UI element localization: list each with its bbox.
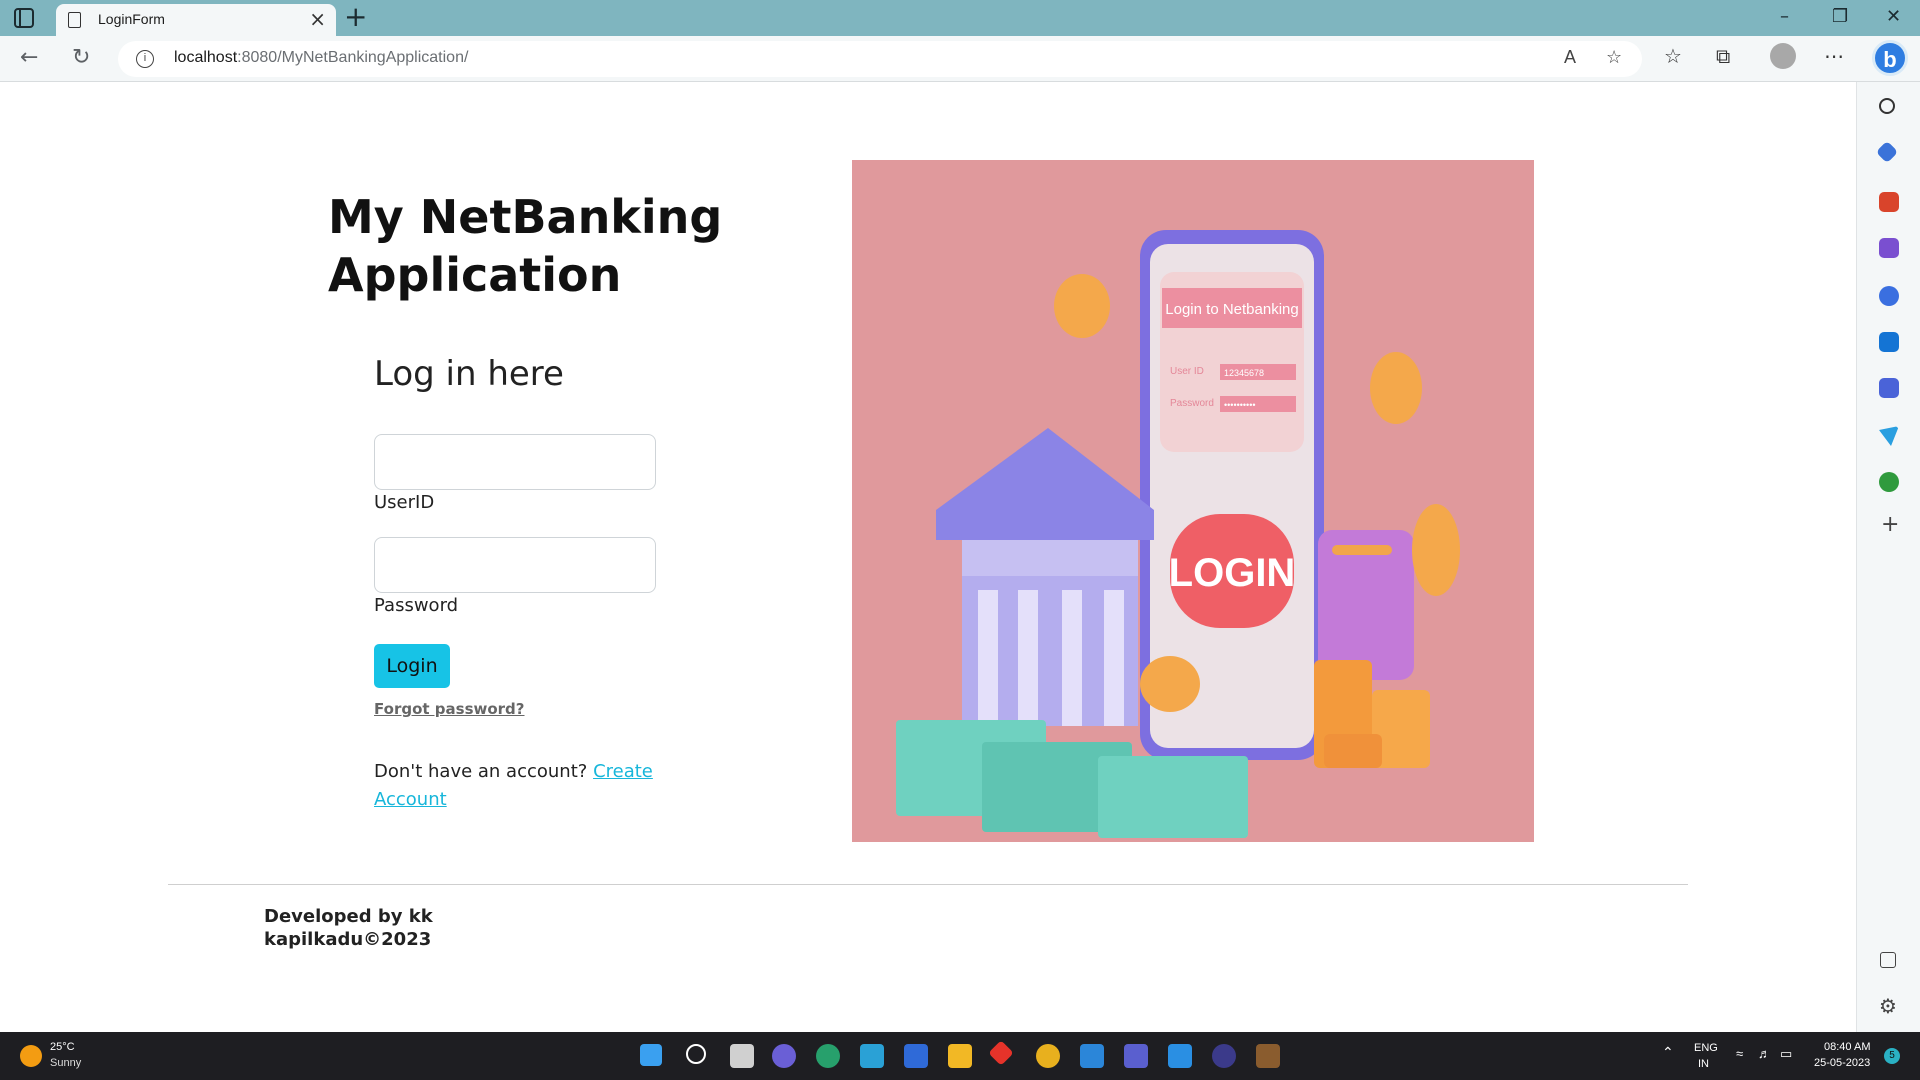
shopping-tag-icon[interactable]: [1875, 140, 1899, 164]
login-pill-text: LOGIN: [1169, 551, 1296, 595]
task-view-icon[interactable]: [730, 1044, 754, 1068]
read-aloud-icon[interactable]: A: [1564, 47, 1576, 68]
banking-illustration: Login to Netbanking User ID 12345678 Pas…: [896, 230, 1460, 838]
send-icon[interactable]: [1879, 426, 1899, 446]
favorites-icon[interactable]: ☆: [1664, 44, 1682, 68]
battery-icon[interactable]: ▭: [1780, 1046, 1792, 1062]
password-label: Password: [374, 595, 459, 616]
microsoft365-icon[interactable]: [1879, 286, 1899, 306]
chrome-icon[interactable]: [1036, 1044, 1060, 1068]
weather-condition[interactable]: Sunny: [50, 1057, 81, 1069]
browser-toolbar: ← ↻ i localhost:8080/MyNetBankingApplica…: [0, 36, 1920, 82]
password-caption: Password: [1170, 398, 1214, 409]
userid-input[interactable]: [374, 434, 656, 490]
designer-icon[interactable]: [1879, 378, 1899, 398]
userid-value: 12345678: [1224, 368, 1264, 378]
coin: [1054, 274, 1110, 338]
vscode-icon[interactable]: [1168, 1044, 1192, 1068]
file-explorer-icon[interactable]: [948, 1044, 972, 1068]
hero-illustration: Login to Netbanking User ID 12345678 Pas…: [852, 160, 1534, 842]
weather-temperature[interactable]: 25°C: [50, 1041, 75, 1053]
userid-caption: User ID: [1170, 366, 1204, 377]
windows-taskbar: 25°C Sunny ⌃ ENG IN ≈ ♬ ▭ 08:40 AM 25-05…: [0, 1032, 1920, 1080]
teams-icon[interactable]: [1124, 1044, 1148, 1068]
restore-icon[interactable]: ❐: [1832, 6, 1848, 27]
screen-header-text: Login to Netbanking: [1165, 301, 1298, 318]
edge-sidebar: + ⚙: [1856, 82, 1920, 1032]
show-hidden-icons-icon[interactable]: ⌃: [1662, 1044, 1674, 1061]
no-account-text: Don't have an account?: [374, 761, 588, 782]
password-input[interactable]: [374, 537, 656, 593]
page-content: My NetBanking Application Log in here Us…: [0, 82, 1856, 1032]
bing-copilot-icon[interactable]: b: [1872, 40, 1908, 76]
profile-avatar[interactable]: [1770, 43, 1796, 69]
minimize-icon[interactable]: –: [1780, 6, 1789, 27]
signup-prompt: Don't have an account? Create Account: [374, 758, 674, 814]
settings-icon[interactable]: ⚙: [1879, 994, 1897, 1018]
login-button[interactable]: Login: [374, 644, 450, 688]
language-line-1[interactable]: ENG: [1694, 1042, 1718, 1054]
tab-close-icon[interactable]: ×: [309, 8, 326, 30]
language-line-2[interactable]: IN: [1698, 1058, 1709, 1070]
notepad-icon[interactable]: [860, 1044, 884, 1068]
mail-icon[interactable]: [1080, 1044, 1104, 1068]
coin: [1412, 504, 1460, 596]
search-icon[interactable]: [1879, 98, 1895, 114]
weather-sun-icon[interactable]: [20, 1045, 42, 1067]
red-app-icon[interactable]: [988, 1040, 1014, 1066]
tab-actions-icon[interactable]: [14, 8, 34, 28]
url-text[interactable]: localhost:8080/MyNetBankingApplication/: [174, 49, 468, 67]
volume-icon[interactable]: ♬: [1758, 1046, 1771, 1061]
bank-column: [1062, 590, 1082, 726]
add-sidebar-app-icon[interactable]: +: [1881, 512, 1899, 537]
games-icon[interactable]: [1879, 238, 1899, 258]
browser-titlebar: LoginForm × + – ❐ ✕: [0, 0, 1920, 36]
tab-title: LoginForm: [98, 11, 165, 27]
notification-badge[interactable]: 5: [1884, 1048, 1900, 1064]
start-icon[interactable]: [640, 1044, 662, 1066]
wifi-icon[interactable]: ≈: [1736, 1046, 1743, 1061]
clock-date[interactable]: 25-05-2023: [1814, 1057, 1870, 1069]
site-info-icon[interactable]: i: [136, 50, 154, 68]
bank-column: [1104, 590, 1124, 726]
hide-sidebar-icon[interactable]: [1880, 952, 1896, 968]
login-heading: Log in here: [374, 354, 564, 394]
coin: [1370, 352, 1422, 424]
collections-icon[interactable]: ⧉: [1716, 44, 1730, 68]
wallet-stitch: [1332, 545, 1392, 555]
bank-column: [978, 590, 998, 726]
back-icon[interactable]: ←: [20, 46, 38, 70]
tools-icon[interactable]: [1879, 192, 1899, 212]
userid-label: UserID: [374, 492, 435, 513]
forgot-password-link[interactable]: Forgot password?: [374, 700, 525, 718]
footer-copyright: kapilkadu©2023: [264, 929, 432, 950]
coin-stack: [1324, 734, 1382, 768]
close-window-icon[interactable]: ✕: [1886, 6, 1901, 27]
outlook-icon[interactable]: [1879, 332, 1899, 352]
chat-icon[interactable]: [772, 1044, 796, 1068]
footer-developer: Developed by kk: [264, 906, 433, 927]
eclipse-icon[interactable]: [1212, 1044, 1236, 1068]
password-value: ••••••••••: [1224, 400, 1256, 410]
more-options-icon[interactable]: ⋯: [1824, 44, 1844, 68]
edge-icon[interactable]: [816, 1044, 840, 1068]
footer-divider: [168, 884, 1688, 885]
tab-loginform[interactable]: LoginForm ×: [56, 4, 336, 36]
bank-roof: [936, 428, 1154, 540]
bank-column: [1018, 590, 1038, 726]
page-title: My NetBanking Application: [328, 190, 723, 302]
coin: [1140, 656, 1200, 712]
page-icon: [68, 12, 81, 28]
taskbar-search-icon[interactable]: [686, 1044, 706, 1064]
clock-time[interactable]: 08:40 AM: [1824, 1041, 1870, 1053]
bank-entablature: [962, 540, 1138, 576]
tree-icon[interactable]: [1879, 472, 1899, 492]
address-bar[interactable]: i localhost:8080/MyNetBankingApplication…: [118, 41, 1642, 77]
dropbox-icon[interactable]: [904, 1044, 928, 1068]
new-tab-button[interactable]: +: [344, 2, 367, 32]
refresh-icon[interactable]: ↻: [72, 46, 90, 70]
tomcat-icon[interactable]: [1256, 1044, 1280, 1068]
cash-stack: [1098, 756, 1248, 838]
add-favorite-icon[interactable]: ☆: [1606, 47, 1622, 68]
